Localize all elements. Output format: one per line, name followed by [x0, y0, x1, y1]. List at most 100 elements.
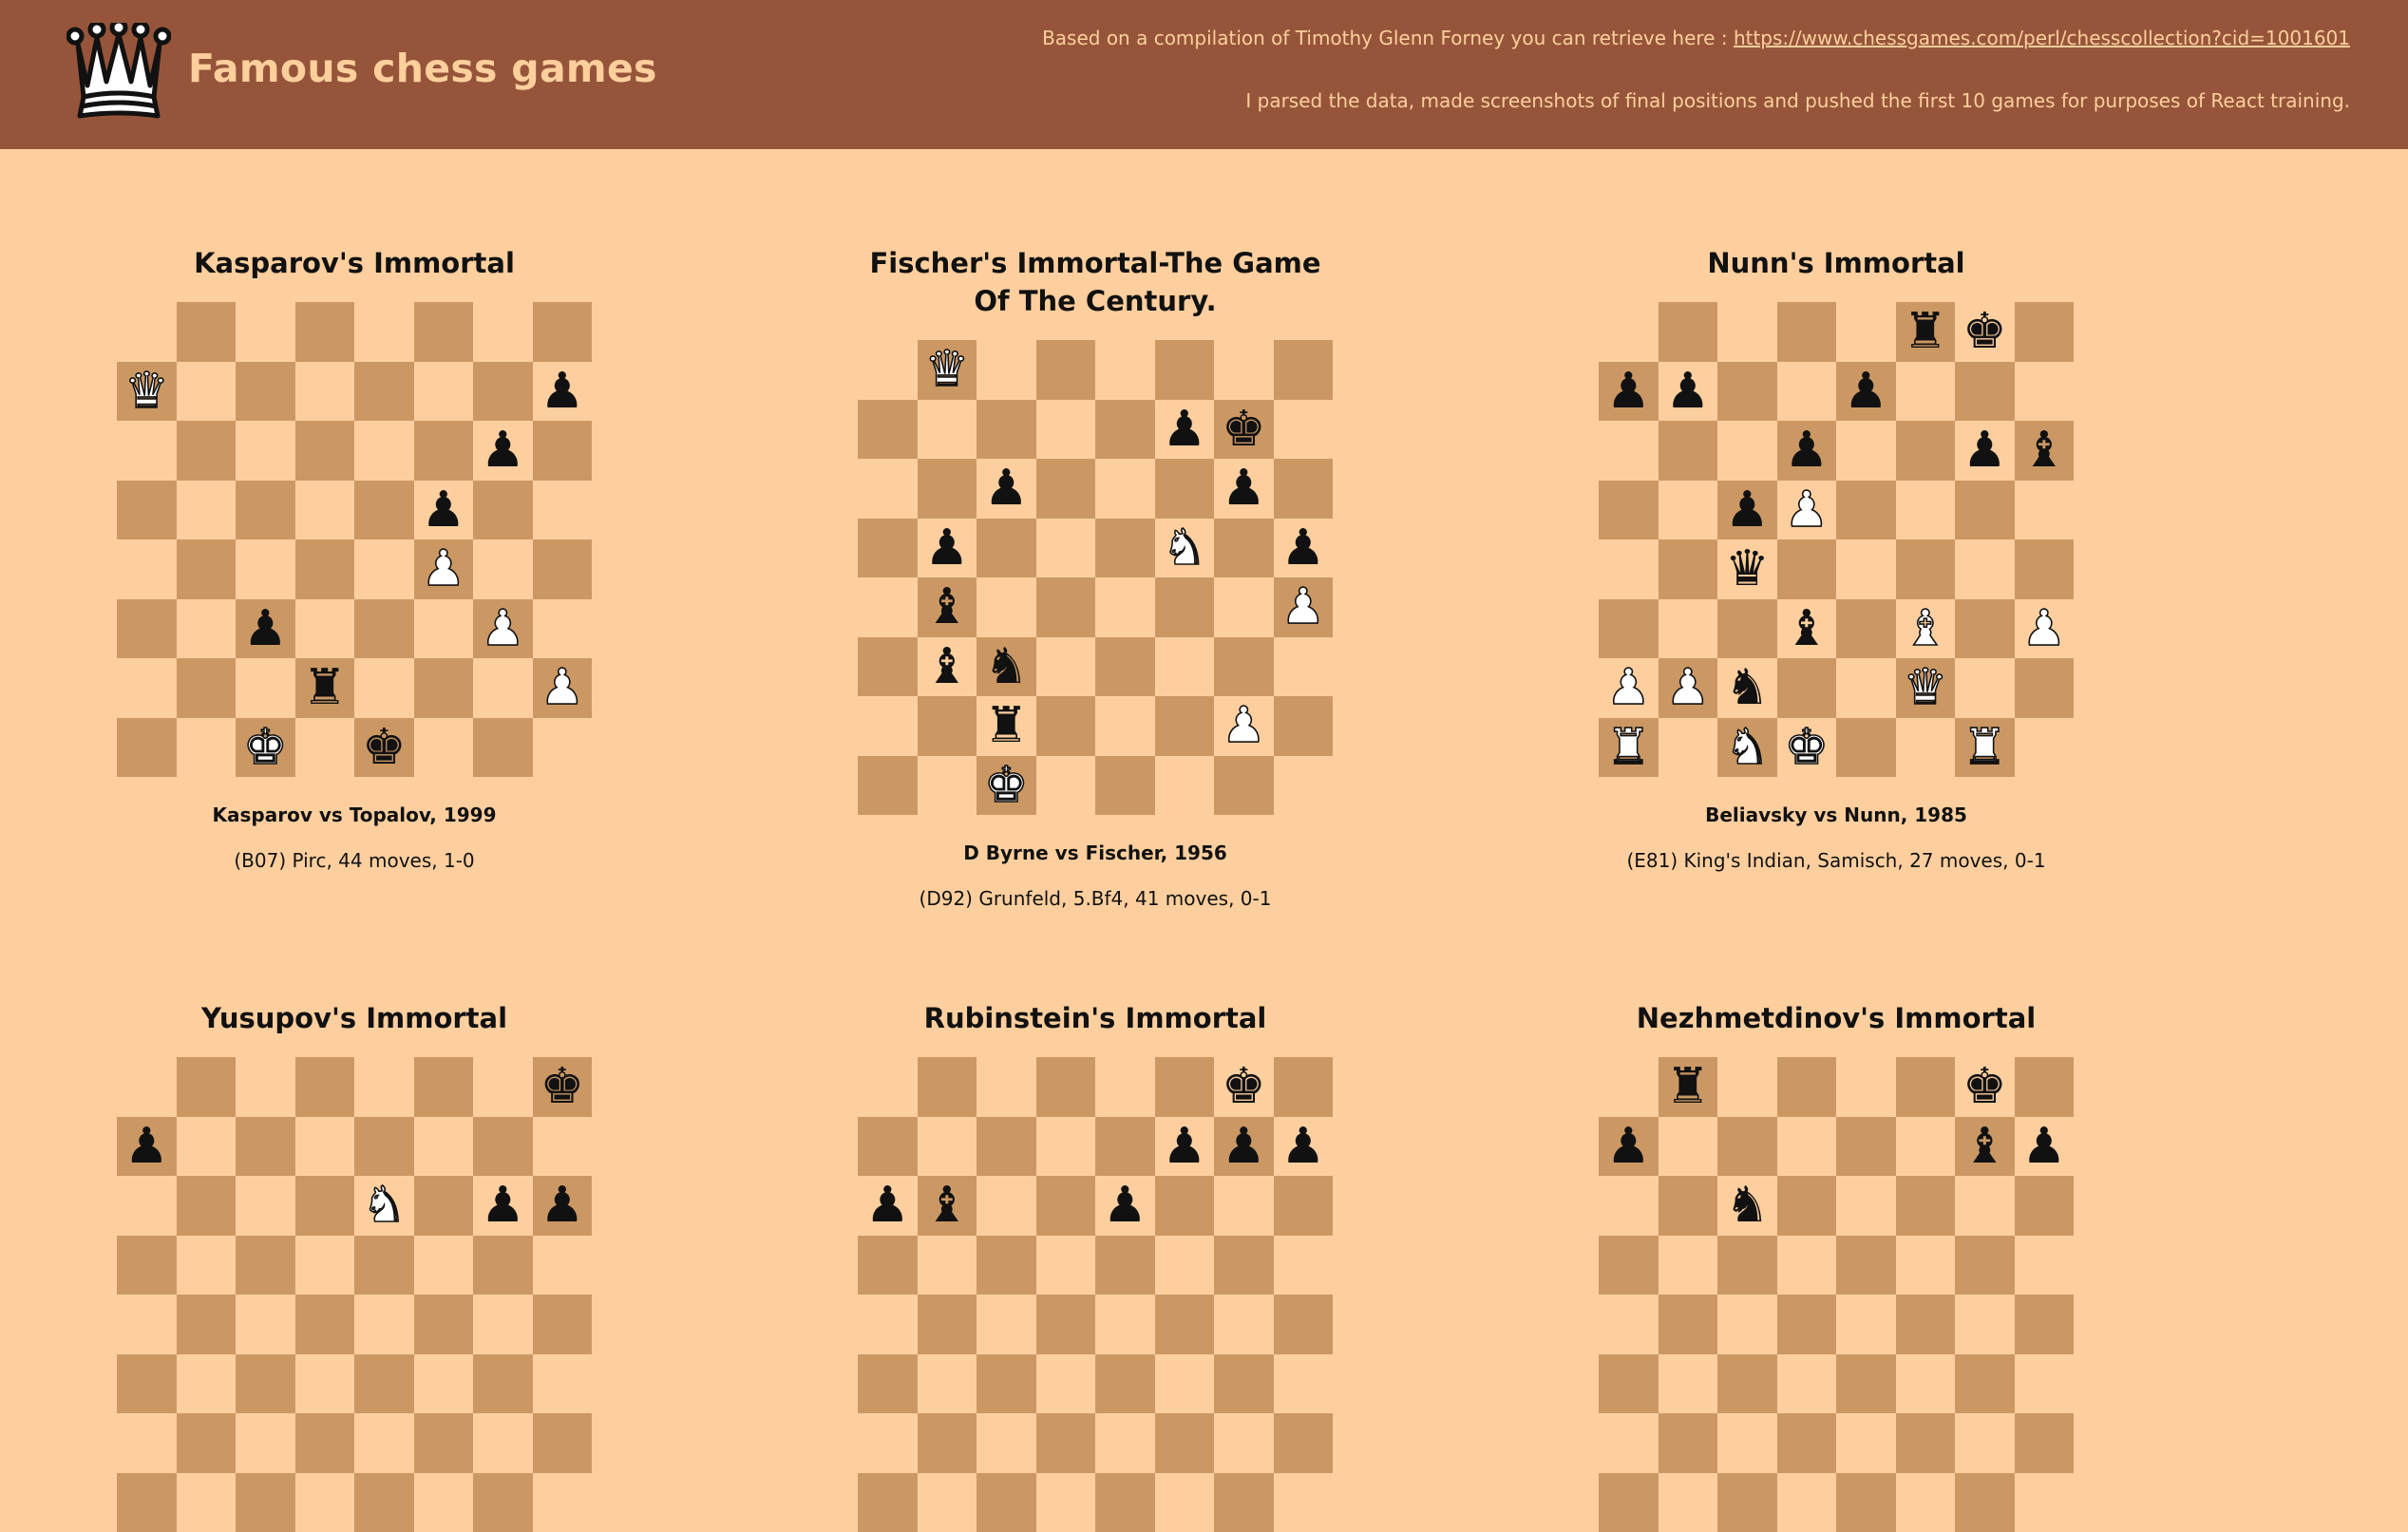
black-king-icon: ♚ — [1222, 1062, 1266, 1111]
white-pawn-icon: ♟ — [1665, 663, 1710, 712]
board-square — [414, 1176, 474, 1236]
board-square — [1214, 1176, 1274, 1236]
board-square — [1036, 637, 1096, 697]
board-square — [1777, 302, 1837, 362]
board-square — [1155, 1354, 1215, 1414]
board-square: ♜ — [295, 658, 355, 718]
game-card[interactable]: Kasparov's Immortal ♛♟♟♟♟♟♟♜♟♚♚ Kasparov… — [117, 244, 592, 872]
board-square — [1274, 696, 1334, 756]
board-square — [2015, 1236, 2075, 1296]
board-square — [1836, 658, 1896, 718]
board-square: ♟ — [1274, 577, 1334, 637]
board-square — [858, 1117, 918, 1177]
source-link[interactable]: https://www.chessgames.com/perl/chesscol… — [1734, 27, 2350, 49]
board-square — [1095, 1117, 1155, 1177]
board-square — [858, 1236, 918, 1296]
board-square — [1896, 1354, 1956, 1414]
board-square: ♟ — [1955, 421, 2015, 481]
board-square — [976, 1057, 1036, 1117]
board-square — [976, 519, 1036, 578]
board-square — [2015, 1176, 2075, 1236]
board-square — [1095, 756, 1155, 816]
board-square — [1836, 1057, 1896, 1117]
board-square: ♚ — [1777, 718, 1837, 778]
board-square — [2015, 1354, 2075, 1414]
game-card[interactable]: Fischer's Immortal-The Game Of The Centu… — [858, 244, 1333, 910]
black-pawn-icon: ♟ — [1784, 426, 1829, 475]
board-square — [1659, 539, 1718, 599]
board-square — [1777, 1176, 1837, 1236]
board-square — [414, 421, 474, 481]
board-square — [473, 1295, 533, 1354]
board-square — [1896, 481, 1956, 540]
board-square — [1095, 696, 1155, 756]
board-square: ♟ — [918, 519, 977, 578]
board-square — [1659, 599, 1718, 659]
board-square — [918, 459, 977, 519]
board-square — [236, 302, 295, 362]
board-square — [1896, 1473, 1956, 1532]
board-square: ♛ — [1896, 658, 1956, 718]
board-square — [295, 718, 355, 778]
board-square — [918, 756, 977, 816]
board-square — [1036, 1176, 1096, 1236]
board-square — [1036, 1295, 1096, 1354]
board-square — [1836, 599, 1896, 659]
board-square — [1896, 362, 1956, 422]
board-square — [473, 1473, 533, 1532]
board-square — [918, 1354, 977, 1414]
board-square — [1896, 718, 1956, 778]
board-square — [1155, 1473, 1215, 1532]
board-square: ♚ — [533, 1057, 593, 1117]
board-square: ♚ — [1214, 400, 1274, 460]
board-square — [1155, 696, 1215, 756]
board-square: ♚ — [354, 718, 414, 778]
board-square — [414, 302, 474, 362]
board-square — [1955, 539, 2015, 599]
board-square: ♝ — [918, 1176, 977, 1236]
game-card[interactable]: Yusupov's Immortal ♚♟♞♟♟ — [117, 999, 592, 1532]
black-queen-icon: ♛ — [1725, 544, 1770, 594]
board-square — [1036, 1354, 1096, 1414]
board-square — [295, 1117, 355, 1177]
game-title: Nunn's Immortal — [1599, 244, 2074, 282]
credit-line: Based on a compilation of Timothy Glenn … — [1042, 28, 2350, 47]
board-square — [354, 599, 414, 659]
game-card[interactable]: Nezhmetdinov's Immortal ♜♚♟♝♟♞ — [1599, 999, 2074, 1532]
board-square — [1095, 637, 1155, 697]
board-square — [858, 637, 918, 697]
black-pawn-icon: ♟ — [865, 1181, 910, 1230]
white-pawn-icon: ♟ — [421, 544, 465, 594]
board-square: ♟ — [976, 459, 1036, 519]
game-card[interactable]: Rubinstein's Immortal ♚♟♟♟♟♝♟ — [858, 999, 1333, 1532]
white-queen-icon: ♛ — [1903, 663, 1947, 712]
board-square — [1777, 1236, 1837, 1296]
board-square — [473, 481, 533, 540]
board-square — [236, 421, 295, 481]
black-pawn-icon: ♟ — [243, 604, 288, 653]
board-square — [177, 1413, 237, 1473]
board-square — [1955, 1176, 2015, 1236]
black-pawn-icon: ♟ — [1280, 1122, 1325, 1171]
board-square — [473, 362, 533, 422]
game-card[interactable]: Nunn's Immortal ♜♚♟♟♟♟♟♝♟♟♛♝♝♟♟♟♞♛♜♞♚♜ B… — [1599, 244, 2074, 872]
black-pawn-icon: ♟ — [1280, 523, 1325, 573]
board-square — [117, 1236, 177, 1296]
board-square: ♟ — [1274, 519, 1334, 578]
board-square — [1599, 599, 1659, 659]
board-square — [858, 519, 918, 578]
board-square: ♟ — [1599, 658, 1659, 718]
board-square — [177, 658, 237, 718]
board-square — [1036, 1413, 1096, 1473]
black-pawn-icon: ♟ — [540, 1181, 584, 1230]
black-king-icon: ♚ — [1962, 307, 2007, 356]
white-queen-icon: ♛ — [124, 367, 169, 416]
black-knight-icon: ♞ — [1725, 663, 1770, 712]
black-rook-icon: ♜ — [302, 663, 347, 712]
board-square — [117, 1295, 177, 1354]
board-square — [177, 362, 237, 422]
board-square: ♟ — [473, 1176, 533, 1236]
board-square — [1155, 577, 1215, 637]
board-square — [1095, 1413, 1155, 1473]
board-square — [1896, 1295, 1956, 1354]
